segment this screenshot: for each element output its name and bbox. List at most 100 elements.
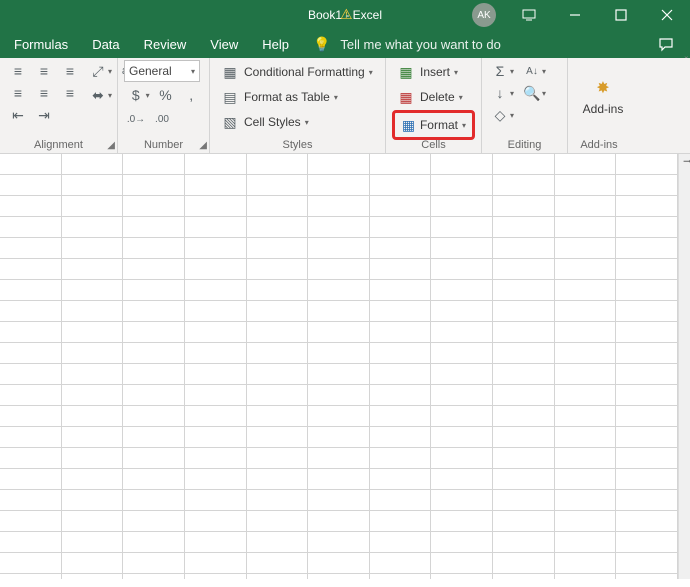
grid-cell[interactable] — [493, 217, 555, 238]
grid-cell[interactable] — [0, 427, 62, 448]
grid-cell[interactable] — [185, 238, 247, 259]
grid-cell[interactable] — [493, 511, 555, 532]
accounting-format-button[interactable]: $▾ — [124, 84, 152, 106]
align-middle-button[interactable]: ≡ — [32, 60, 56, 82]
tab-help[interactable]: Help — [250, 30, 301, 58]
grid-cell[interactable] — [431, 322, 493, 343]
comments-button[interactable] — [646, 36, 686, 52]
grid-cell[interactable] — [431, 301, 493, 322]
grid-cell[interactable] — [247, 406, 309, 427]
grid-cell[interactable] — [616, 532, 678, 553]
grid-cell[interactable] — [370, 280, 432, 301]
decrease-decimal-button[interactable]: .00 — [150, 108, 174, 130]
grid-cell[interactable] — [616, 301, 678, 322]
grid-cell[interactable] — [123, 301, 185, 322]
grid-cell[interactable] — [493, 301, 555, 322]
align-left-button[interactable]: ≡ — [6, 82, 30, 104]
grid-cell[interactable] — [0, 322, 62, 343]
grid-cell[interactable] — [62, 259, 124, 280]
grid-cell[interactable] — [493, 280, 555, 301]
grid-cell[interactable] — [0, 448, 62, 469]
grid-cell[interactable] — [247, 448, 309, 469]
grid-cell[interactable] — [308, 574, 370, 579]
grid-cell[interactable] — [370, 364, 432, 385]
grid-cell[interactable] — [0, 280, 62, 301]
grid-cell[interactable] — [555, 217, 617, 238]
grid-cell[interactable] — [431, 364, 493, 385]
grid-cell[interactable] — [493, 364, 555, 385]
grid-cell[interactable] — [62, 217, 124, 238]
grid-cell[interactable] — [185, 196, 247, 217]
grid-cell[interactable] — [247, 490, 309, 511]
grid-cell[interactable] — [308, 238, 370, 259]
grid-cell[interactable] — [493, 175, 555, 196]
grid-cell[interactable] — [62, 490, 124, 511]
increase-decimal-button[interactable]: .0→ — [124, 108, 148, 130]
grid-cell[interactable] — [185, 511, 247, 532]
addins-button[interactable]: ✸ Add-ins — [574, 60, 632, 130]
grid-cell[interactable] — [616, 322, 678, 343]
percent-format-button[interactable]: % — [154, 84, 178, 106]
grid-cell[interactable] — [247, 385, 309, 406]
grid-cell[interactable] — [555, 196, 617, 217]
grid-cell[interactable] — [370, 259, 432, 280]
user-avatar[interactable]: AK — [472, 3, 496, 27]
grid-cell[interactable] — [185, 406, 247, 427]
grid-cell[interactable] — [555, 574, 617, 579]
grid-cell[interactable] — [123, 469, 185, 490]
grid-cell[interactable] — [616, 469, 678, 490]
grid-cell[interactable] — [493, 553, 555, 574]
grid-cell[interactable] — [123, 406, 185, 427]
grid-cell[interactable] — [493, 469, 555, 490]
grid-cell[interactable] — [555, 427, 617, 448]
grid-cell[interactable] — [62, 574, 124, 579]
grid-cell[interactable] — [555, 301, 617, 322]
grid-cell[interactable] — [616, 238, 678, 259]
grid-cell[interactable] — [308, 553, 370, 574]
format-as-table-button[interactable]: ▤ Format as Table ▾ — [216, 85, 379, 109]
grid-cell[interactable] — [0, 469, 62, 490]
grid-cell[interactable] — [308, 301, 370, 322]
grid-cell[interactable] — [555, 322, 617, 343]
grid-cell[interactable] — [123, 553, 185, 574]
grid-cell[interactable] — [185, 280, 247, 301]
clear-button[interactable]: ◇▾ — [488, 104, 516, 126]
grid-cell[interactable] — [185, 490, 247, 511]
grid-cell[interactable] — [0, 364, 62, 385]
grid-cell[interactable] — [247, 280, 309, 301]
grid-cell[interactable] — [123, 343, 185, 364]
grid-cell[interactable] — [555, 469, 617, 490]
grid-cell[interactable] — [123, 511, 185, 532]
ribbon-options-button[interactable] — [506, 0, 552, 30]
grid-cell[interactable] — [0, 217, 62, 238]
grid-cell[interactable] — [123, 364, 185, 385]
grid-cell[interactable] — [493, 154, 555, 175]
grid-cell[interactable] — [493, 406, 555, 427]
grid-cell[interactable] — [616, 553, 678, 574]
grid-cell[interactable] — [493, 448, 555, 469]
grid-cell[interactable] — [431, 490, 493, 511]
grid-cell[interactable] — [431, 427, 493, 448]
grid-cell[interactable] — [247, 511, 309, 532]
grid-cell[interactable] — [62, 322, 124, 343]
fill-button[interactable]: ↓▾ — [488, 82, 516, 104]
grid-cell[interactable] — [185, 448, 247, 469]
grid-cell[interactable] — [308, 427, 370, 448]
grid-cell[interactable] — [431, 448, 493, 469]
grid-cell[interactable] — [308, 511, 370, 532]
tab-formulas[interactable]: Formulas — [4, 30, 80, 58]
split-pin-icon[interactable]: ⊸ — [683, 154, 690, 168]
tell-me-search[interactable]: 💡 Tell me what you want to do — [301, 30, 513, 58]
grid-cell[interactable] — [370, 301, 432, 322]
grid-cell[interactable] — [370, 490, 432, 511]
grid-cell[interactable] — [0, 406, 62, 427]
decrease-indent-button[interactable]: ⇤ — [6, 104, 30, 126]
grid-cell[interactable] — [247, 532, 309, 553]
grid-cell[interactable] — [185, 469, 247, 490]
grid-cell[interactable] — [62, 154, 124, 175]
grid-cell[interactable] — [0, 532, 62, 553]
grid-cell[interactable] — [370, 448, 432, 469]
grid-cell[interactable] — [308, 469, 370, 490]
grid-cell[interactable] — [555, 511, 617, 532]
grid-cell[interactable] — [62, 532, 124, 553]
